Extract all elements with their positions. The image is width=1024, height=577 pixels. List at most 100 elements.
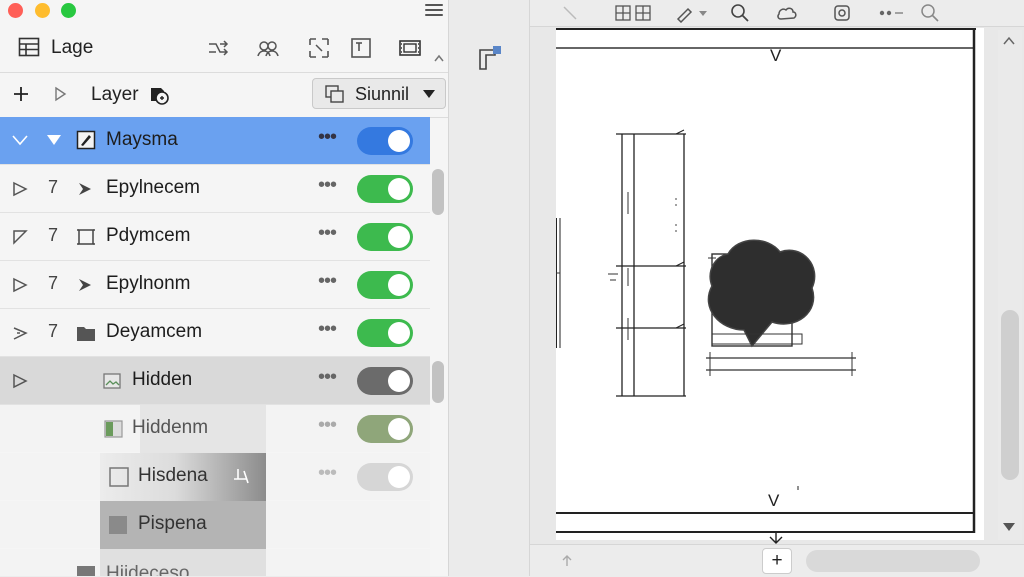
layer-name[interactable]: Deyamcem — [106, 321, 202, 343]
more-tools-icon[interactable] — [878, 3, 904, 23]
layer-row[interactable]: 7 Epylnonm ••• — [0, 261, 430, 309]
layer-name[interactable]: Epylnonm — [106, 273, 191, 295]
layer-row[interactable]: 7 Epylnecem ••• — [0, 165, 430, 213]
search-icon[interactable] — [920, 3, 940, 23]
list-scrollbar-thumb[interactable] — [432, 169, 444, 215]
layer-name[interactable]: Hisdena — [138, 465, 208, 487]
scroll-up-chevron-icon[interactable] — [434, 54, 444, 62]
solid-layer-icon — [108, 515, 128, 535]
more-options-icon[interactable]: ••• — [318, 367, 337, 387]
zoom-tool-icon[interactable] — [730, 3, 750, 23]
visibility-toggle-icon[interactable] — [12, 134, 28, 146]
layer-row[interactable]: Hisdena ••• — [0, 453, 430, 501]
layer-sync-icon[interactable] — [146, 83, 170, 107]
layer-number: 7 — [48, 273, 59, 293]
layer-visibility-toggle[interactable] — [357, 223, 413, 251]
play-outline-icon[interactable] — [12, 277, 28, 293]
horizontal-scrollbar-thumb[interactable] — [806, 550, 980, 572]
more-options-icon[interactable]: ••• — [318, 127, 337, 147]
layer-name[interactable]: Hiddenm — [132, 417, 208, 439]
layer-visibility-toggle[interactable] — [357, 175, 413, 203]
layer-number: 7 — [48, 321, 59, 341]
more-options-icon[interactable]: ••• — [318, 319, 337, 339]
layer-label: Layer — [91, 84, 139, 105]
cloud-tool-icon[interactable] — [776, 3, 800, 23]
chevron-right-icon — [76, 276, 94, 294]
layer-name[interactable]: Hiideceso — [106, 563, 189, 576]
panel-title: Lage — [51, 37, 94, 58]
chevron-right-icon — [76, 180, 94, 198]
add-page-button[interactable]: + — [762, 548, 792, 574]
layer-row[interactable]: Maysma ••• — [0, 117, 430, 165]
link-icon[interactable] — [232, 467, 254, 487]
corner-icon[interactable] — [12, 229, 28, 245]
play-icon[interactable] — [54, 86, 68, 102]
layer-visibility-toggle[interactable] — [357, 367, 413, 395]
brush-tool-icon[interactable] — [674, 3, 708, 23]
drawing-canvas[interactable]: V V — [556, 28, 984, 540]
scroll-down-chevron-icon[interactable] — [1003, 522, 1015, 532]
mask-icon[interactable] — [349, 36, 373, 60]
layer-visibility-toggle[interactable] — [357, 463, 413, 491]
layer-row[interactable]: 7 Pdymcem ••• — [0, 213, 430, 261]
layer-list: Maysma ••• 7 Epylnecem ••• 7 Pdymcem •••… — [0, 117, 448, 576]
layer-row[interactable]: Hidden ••• — [0, 357, 430, 405]
canvas-bottom-bar: + — [530, 531, 1024, 577]
tool-strip — [449, 0, 530, 576]
layer-number: 7 — [48, 177, 59, 197]
frame-outline-icon — [76, 227, 96, 247]
disclosure-triangle-icon[interactable] — [46, 134, 62, 146]
bottom-marker: V — [768, 491, 780, 510]
layer-visibility-toggle[interactable] — [357, 319, 413, 347]
layer-name[interactable]: Hidden — [132, 369, 192, 391]
image-layer-icon — [102, 371, 124, 391]
merge-icon[interactable] — [206, 36, 230, 60]
layer-visibility-toggle[interactable] — [357, 415, 413, 443]
zoom-window-button[interactable] — [61, 3, 76, 18]
frame-icon[interactable] — [307, 36, 331, 60]
chevron-down-icon — [423, 90, 435, 98]
group-icon[interactable] — [256, 36, 280, 60]
layer-row[interactable]: Hiideceso — [0, 549, 430, 576]
layer-visibility-toggle[interactable] — [357, 271, 413, 299]
close-window-button[interactable] — [8, 3, 23, 18]
folder-icon — [76, 324, 96, 342]
layer-name[interactable]: Pdymcem — [106, 225, 190, 247]
frame-outline-icon — [108, 466, 130, 488]
layer-name[interactable]: Pispena — [138, 513, 207, 535]
image-layer-icon — [104, 420, 124, 438]
layer-name[interactable]: Maysma — [106, 129, 178, 151]
canvas-area: V V + — [530, 0, 1024, 577]
more-options-icon[interactable]: ••• — [318, 415, 337, 435]
layer-name[interactable]: Epylnecem — [106, 177, 200, 199]
layer-row[interactable]: Pispena — [0, 501, 430, 549]
line-tool-icon[interactable] — [560, 3, 580, 23]
layer-row[interactable]: 7 Deyamcem ••• — [0, 309, 430, 357]
more-options-icon[interactable]: ••• — [318, 175, 337, 195]
minimize-window-button[interactable] — [35, 3, 50, 18]
layer-visibility-toggle[interactable] — [357, 127, 413, 155]
panel-header: Lage — [0, 24, 448, 73]
layer-row[interactable]: Hiddenm ••• — [0, 405, 430, 453]
blend-mode-select[interactable]: Siunnil — [312, 78, 446, 109]
scroll-up-chevron-icon[interactable] — [1003, 36, 1015, 46]
grid-tool-icon[interactable] — [614, 3, 654, 23]
play-outline-icon[interactable] — [12, 181, 28, 197]
more-options-icon[interactable]: ••• — [318, 463, 337, 483]
camera-icon[interactable] — [832, 3, 852, 23]
export-frame-icon[interactable] — [477, 44, 505, 72]
layer-toolbar: Layer Siunnil — [0, 72, 448, 118]
more-options-icon[interactable]: ••• — [318, 223, 337, 243]
play-outline-icon[interactable] — [12, 373, 28, 389]
add-layer-button[interactable] — [12, 85, 30, 103]
layer-number: 7 — [48, 225, 59, 245]
upload-icon[interactable] — [560, 554, 574, 568]
more-options-icon[interactable]: ••• — [318, 271, 337, 291]
list-scrollbar-thumb[interactable] — [432, 361, 444, 403]
filmstrip-icon[interactable] — [398, 36, 422, 60]
hamburger-menu-icon[interactable] — [425, 4, 443, 18]
play-outline-icon[interactable] — [12, 325, 28, 341]
canvas-vertical-scrollbar[interactable] — [998, 30, 1022, 540]
canvas-scrollbar-thumb[interactable] — [1001, 310, 1019, 480]
blend-mode-icon — [325, 85, 345, 103]
